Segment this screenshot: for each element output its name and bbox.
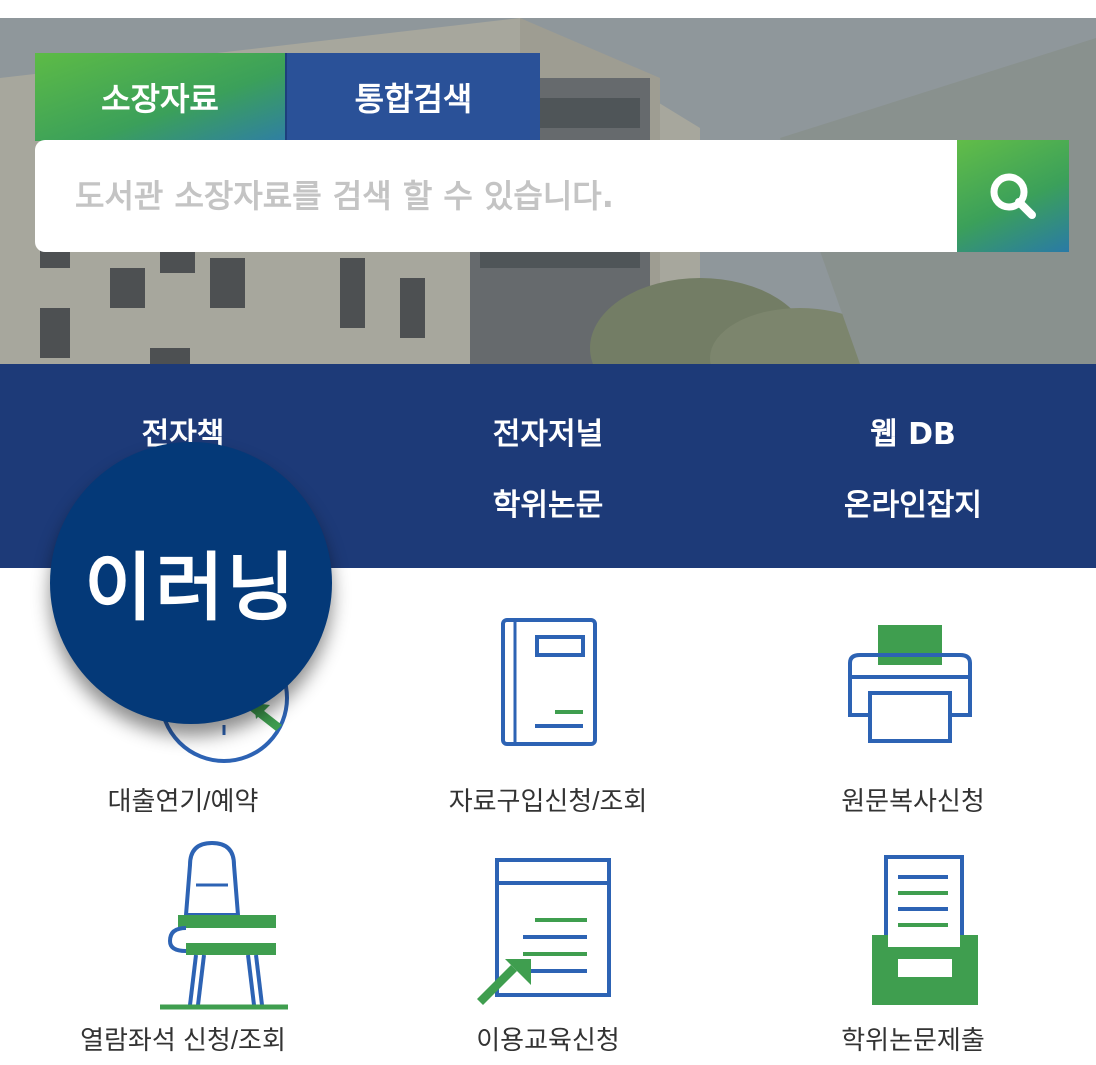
elearning-label: 이러닝 xyxy=(84,544,298,631)
service-user-education[interactable]: 이용교육신청 xyxy=(365,835,731,1065)
service-label: 자료구입신청/조회 xyxy=(448,786,648,816)
e-resource-online-magazine[interactable]: 온라인잡지 xyxy=(730,480,1096,524)
service-label: 열람좌석 신청/조회 xyxy=(80,1025,286,1055)
service-label: 학위논문제출 xyxy=(841,1025,985,1055)
hero-banner: 소장자료 통합검색 xyxy=(0,18,1096,364)
e-resource-thesis[interactable]: 학위논문 xyxy=(365,480,731,524)
e-resource-ejournal[interactable]: 전자저널 xyxy=(365,409,731,453)
e-resource-webdb[interactable]: 웹 DB xyxy=(730,409,1096,453)
document-arrow-icon xyxy=(477,858,611,1005)
tab-integrated-search[interactable]: 통합검색 xyxy=(285,53,540,141)
tab-holdings[interactable]: 소장자료 xyxy=(35,53,285,141)
search-button[interactable] xyxy=(957,140,1069,252)
service-label: 대출연기/예약 xyxy=(107,786,259,816)
service-seat-reservation[interactable]: 열람좌석 신청/조회 xyxy=(0,835,366,1065)
printer-icon xyxy=(848,625,972,743)
service-thesis-submission[interactable]: 학위논문제출 xyxy=(730,835,1096,1065)
service-purchase-request[interactable]: 자료구입신청/조회 xyxy=(365,585,731,816)
inbox-tray-icon xyxy=(872,855,978,1005)
service-copy-request[interactable]: 원문복사신청 xyxy=(730,585,1096,816)
search-input[interactable] xyxy=(35,140,957,252)
search-tabs: 소장자료 통합검색 xyxy=(35,53,540,141)
search-bar xyxy=(35,140,1069,252)
book-icon xyxy=(501,618,597,746)
service-label: 원문복사신청 xyxy=(841,786,985,816)
desk-chair-icon xyxy=(160,840,288,1010)
service-label: 이용교육신청 xyxy=(476,1025,620,1055)
elearning-button[interactable]: 이러닝 xyxy=(50,442,332,724)
search-icon xyxy=(990,173,1036,219)
